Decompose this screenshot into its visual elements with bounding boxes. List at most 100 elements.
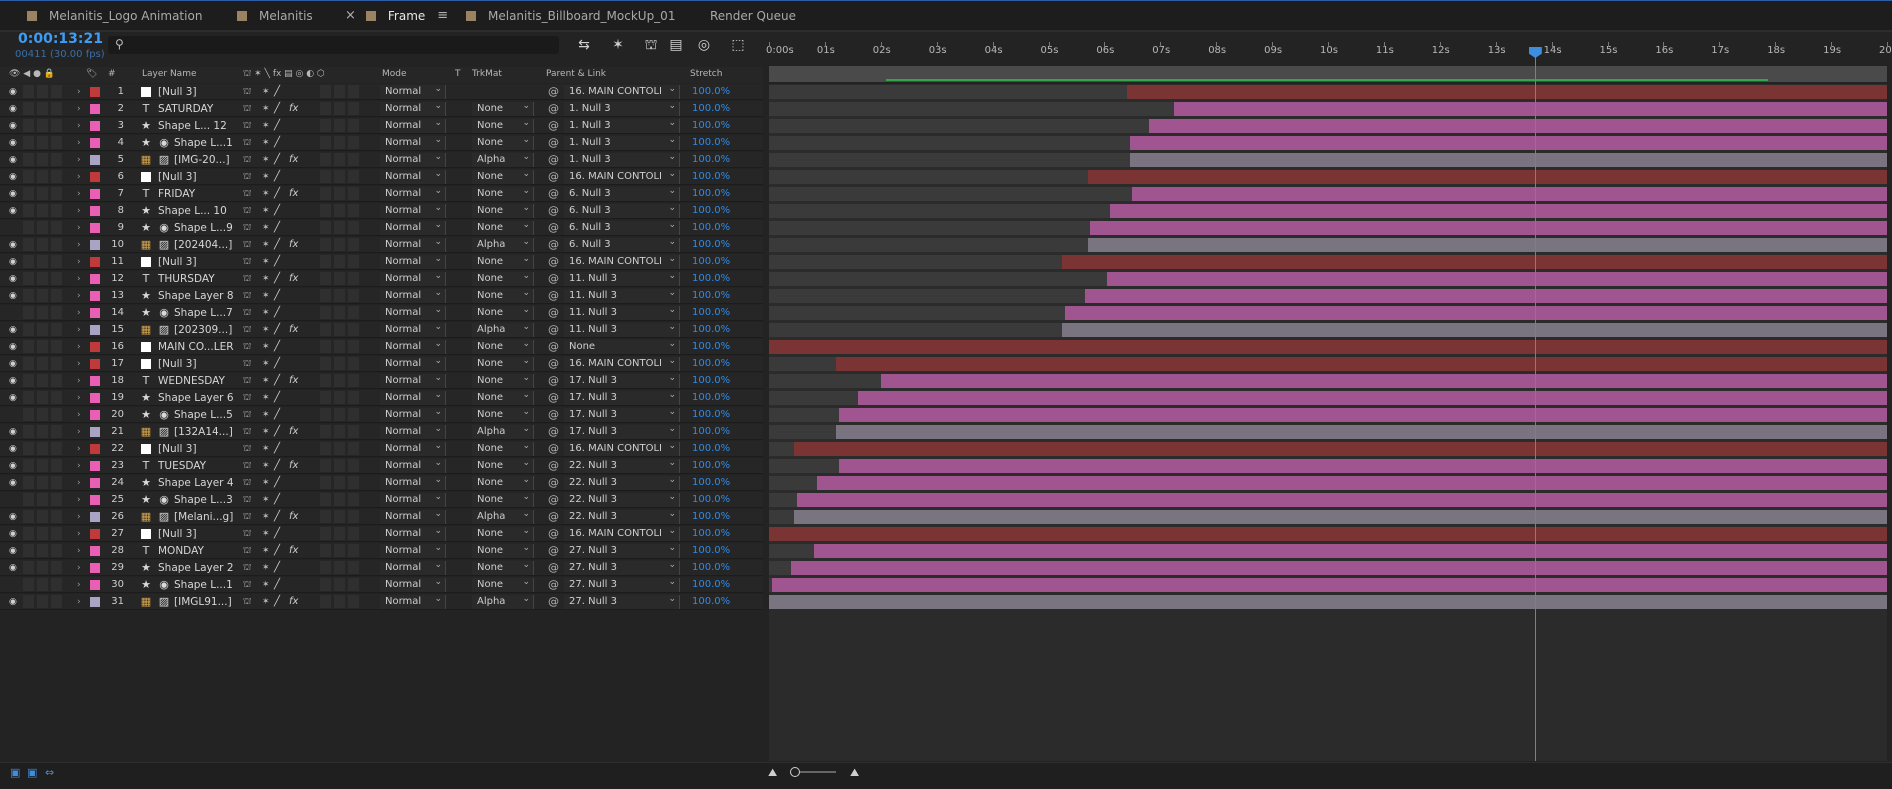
- layer-row[interactable]: ◉ › 5 ▨ ▦ [IMG-20...] ⛫ ✶ ╱ fx Normal Alpha @1. Null…: [0, 150, 763, 168]
- stretch-value[interactable]: 100.0%: [692, 544, 730, 558]
- 3d-layer-switch[interactable]: [348, 459, 359, 472]
- current-time-display[interactable]: 0:00:13:21: [18, 31, 103, 47]
- parent-link-select[interactable]: 17. Null 3: [564, 371, 680, 388]
- stretch-value[interactable]: 100.0%: [692, 221, 730, 235]
- lock-switch[interactable]: [51, 323, 62, 336]
- expand-chevron-icon[interactable]: ›: [77, 119, 81, 133]
- stretch-value[interactable]: 100.0%: [692, 272, 730, 286]
- layer-name[interactable]: Shape L...1: [174, 578, 233, 592]
- expand-chevron-icon[interactable]: ›: [77, 340, 81, 354]
- adjustment-switch[interactable]: [334, 323, 345, 336]
- layer-duration-bar[interactable]: [794, 442, 1887, 456]
- audio-switch[interactable]: [23, 408, 34, 421]
- layer-row[interactable]: ◉ › 12 T THURSDAY ⛫ ✶ ╱ fx Normal None @11. Null 3 1…: [0, 269, 763, 287]
- parent-link-select[interactable]: 16. MAIN CONTOLI: [564, 82, 680, 99]
- solo-switch[interactable]: [37, 578, 48, 591]
- stretch-value[interactable]: 100.0%: [692, 408, 730, 422]
- label-color-swatch[interactable]: [90, 155, 100, 165]
- layer-duration-bar[interactable]: [813, 544, 1887, 558]
- pick-whip-icon[interactable]: @: [548, 153, 559, 167]
- pick-whip-icon[interactable]: @: [548, 136, 559, 150]
- pick-whip-icon[interactable]: @: [548, 391, 559, 405]
- audio-switch[interactable]: [23, 442, 34, 455]
- solo-switch[interactable]: [37, 221, 48, 234]
- expand-chevron-icon[interactable]: ›: [77, 187, 81, 201]
- solo-switch[interactable]: [37, 323, 48, 336]
- layer-duration-bar[interactable]: [769, 527, 1887, 541]
- adjustment-switch[interactable]: [334, 255, 345, 268]
- 3d-layer-switch[interactable]: [348, 527, 359, 540]
- shy-switch-icon[interactable]: ⛫: [243, 459, 251, 473]
- parent-link-select[interactable]: None: [564, 337, 680, 354]
- solo-switch[interactable]: [37, 85, 48, 98]
- blend-mode-select[interactable]: Normal: [380, 456, 446, 473]
- expand-chevron-icon[interactable]: ›: [77, 527, 81, 541]
- motion-blur-switch[interactable]: [320, 510, 331, 523]
- blend-mode-select[interactable]: Normal: [380, 184, 446, 201]
- audio-switch[interactable]: [23, 595, 34, 608]
- label-color-swatch[interactable]: [90, 121, 100, 131]
- layer-duration-bar[interactable]: [1065, 306, 1887, 320]
- quality-switch-icon[interactable]: ╱: [274, 442, 280, 456]
- expand-chevron-icon[interactable]: ›: [77, 493, 81, 507]
- audio-switch[interactable]: [23, 527, 34, 540]
- motion-blur-switch[interactable]: [320, 442, 331, 455]
- track-matte-select[interactable]: None: [472, 558, 534, 575]
- parent-link-select[interactable]: 1. Null 3: [564, 99, 680, 116]
- lock-switch[interactable]: [51, 102, 62, 115]
- tab-frame[interactable]: × Frame ≡: [345, 1, 449, 32]
- collapse-switch-icon[interactable]: ✶: [262, 391, 270, 405]
- audio-switch[interactable]: [23, 493, 34, 506]
- motion-blur-switch[interactable]: [320, 119, 331, 132]
- blend-mode-select[interactable]: Normal: [380, 405, 446, 422]
- layer-row[interactable]: › 14 ◉ ★ Shape L...7 ⛫ ✶ ╱ Normal None @11. Null 3…: [0, 303, 763, 321]
- tab-render-queue[interactable]: Render Queue: [710, 1, 796, 30]
- audio-switch[interactable]: [23, 476, 34, 489]
- audio-switch[interactable]: [23, 153, 34, 166]
- shy-layers-icon[interactable]: ⛫: [641, 35, 661, 55]
- lock-switch[interactable]: [51, 255, 62, 268]
- stretch-value[interactable]: 100.0%: [692, 255, 730, 269]
- 3d-layer-switch[interactable]: [348, 510, 359, 523]
- expand-chevron-icon[interactable]: ›: [77, 136, 81, 150]
- layer-duration-bar[interactable]: [769, 340, 1887, 354]
- zoom-slider-knob[interactable]: [790, 767, 800, 777]
- layer-name[interactable]: Shape L...7: [174, 306, 233, 320]
- 3d-layer-switch[interactable]: [348, 153, 359, 166]
- shy-switch-icon[interactable]: ⛫: [243, 561, 251, 575]
- 3d-layer-switch[interactable]: [348, 391, 359, 404]
- label-color-swatch[interactable]: [90, 393, 100, 403]
- work-area-bar[interactable]: [769, 66, 1887, 82]
- adjustment-switch[interactable]: [334, 204, 345, 217]
- layer-name[interactable]: [Null 3]: [158, 170, 197, 184]
- blend-mode-select[interactable]: Normal: [380, 490, 446, 507]
- time-ruler[interactable]: 0:00s 01s 02s 03s 04s 05s 06s 07s 08s 09s 10s 11s 12…: [763, 36, 1892, 66]
- 3d-layer-switch[interactable]: [348, 306, 359, 319]
- lock-switch[interactable]: [51, 238, 62, 251]
- lock-switch[interactable]: [51, 408, 62, 421]
- quality-switch-icon[interactable]: ╱: [274, 306, 280, 320]
- track-matte-select[interactable]: Alpha: [472, 422, 534, 439]
- expand-chevron-icon[interactable]: ›: [77, 408, 81, 422]
- motion-blur-switch[interactable]: [320, 187, 331, 200]
- shy-switch-icon[interactable]: ⛫: [243, 595, 251, 609]
- parent-link-select[interactable]: 17. Null 3: [564, 422, 680, 439]
- layer-row[interactable]: ◉ › 19 ★ Shape Layer 6 ⛫ ✶ ╱ Normal None @17. Null…: [0, 388, 763, 406]
- layer-name[interactable]: [Melani...g]: [174, 510, 233, 524]
- quality-switch-icon[interactable]: ╱: [274, 221, 280, 235]
- visibility-eye-icon[interactable]: ◉: [9, 476, 17, 490]
- layer-duration-bar[interactable]: [838, 408, 1887, 422]
- audio-switch[interactable]: [23, 340, 34, 353]
- close-icon[interactable]: ×: [345, 8, 356, 23]
- quality-switch-icon[interactable]: ╱: [274, 85, 280, 99]
- lock-switch[interactable]: [51, 425, 62, 438]
- blend-mode-select[interactable]: Normal: [380, 371, 446, 388]
- visibility-eye-icon[interactable]: ◉: [9, 153, 17, 167]
- label-color-swatch[interactable]: [90, 291, 100, 301]
- layer-name[interactable]: FRIDAY: [158, 187, 195, 201]
- layer-row[interactable]: ◉ › 26 ▨ ▦ [Melani...g] ⛫ ✶ ╱ fx Normal Alpha @22. N…: [0, 507, 763, 525]
- label-color-swatch[interactable]: [90, 376, 100, 386]
- layer-row[interactable]: ◉ › 29 ★ Shape Layer 2 ⛫ ✶ ╱ Normal None @27. Null…: [0, 558, 763, 576]
- visibility-eye-icon[interactable]: ◉: [9, 527, 17, 541]
- pick-whip-icon[interactable]: @: [548, 238, 559, 252]
